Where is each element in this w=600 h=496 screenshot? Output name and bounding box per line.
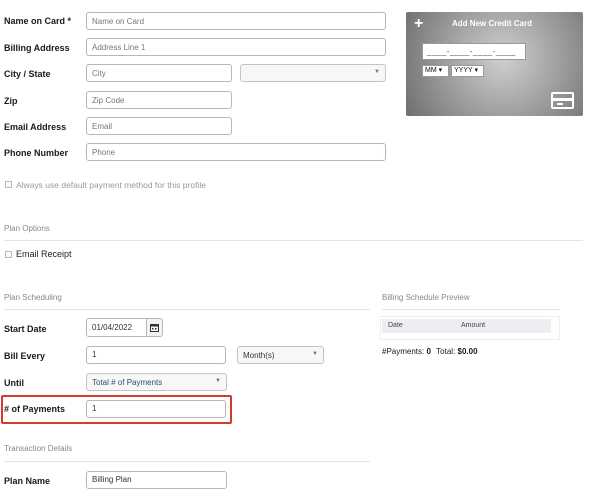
city-input[interactable]	[86, 64, 232, 82]
preview-summary: #Payments: 0 Total: $0.00	[382, 347, 478, 356]
name-on-card-label: Name on Card *	[4, 16, 72, 26]
year-select-value: YYYY	[454, 67, 473, 74]
email-receipt-label: Email Receipt	[16, 249, 72, 259]
city-state-label: City / State	[4, 69, 51, 79]
divider	[382, 309, 560, 310]
transaction-details-title: Transaction Details	[4, 444, 73, 453]
plan-name-label: Plan Name	[4, 476, 51, 486]
address-line-1-input[interactable]	[86, 38, 386, 56]
highlight-box	[1, 395, 232, 424]
preview-col-amount: Amount	[461, 322, 486, 329]
phone-label: Phone Number	[4, 148, 69, 158]
chevron-down-icon: ▼	[374, 69, 380, 75]
bill-every-label: Bill Every	[4, 351, 46, 361]
plan-scheduling-title: Plan Scheduling	[4, 293, 62, 302]
divider	[4, 309, 370, 310]
month-select[interactable]: MM ▾	[422, 65, 449, 77]
state-select[interactable]: ▼	[240, 64, 386, 82]
total-label: Total:	[436, 347, 456, 356]
zip-input[interactable]	[86, 91, 232, 109]
email-receipt-checkbox[interactable]	[5, 251, 12, 258]
default-payment-label: Always use default payment method for th…	[16, 180, 206, 190]
until-select[interactable]: Total # of Payments ▼	[86, 373, 227, 391]
credit-card-icon	[551, 92, 574, 109]
calendar-icon	[150, 324, 159, 332]
card-number-input[interactable]: ____-____-____-____	[422, 43, 526, 60]
plan-name-input[interactable]: Billing Plan	[86, 471, 227, 489]
preview-col-date: Date	[388, 322, 403, 329]
bill-every-unit-value: Month(s)	[243, 350, 275, 360]
payments-value: 0	[426, 347, 431, 356]
zip-label: Zip	[4, 96, 18, 106]
credit-card-widget: + Add New Credit Card ____-____-____-___…	[406, 12, 583, 116]
start-date-input[interactable]: 01/04/2022	[86, 318, 147, 337]
plan-options-title: Plan Options	[4, 224, 50, 233]
preview-table-header: Date Amount	[382, 319, 551, 333]
name-on-card-input[interactable]	[86, 12, 386, 30]
until-select-value: Total # of Payments	[92, 377, 163, 387]
plus-icon[interactable]: +	[414, 15, 423, 33]
year-select[interactable]: YYYY ▾	[451, 65, 484, 77]
calendar-button[interactable]	[146, 318, 163, 337]
chevron-down-icon: ▼	[312, 351, 318, 357]
payments-label: #Payments:	[382, 347, 425, 356]
phone-input[interactable]	[86, 143, 386, 161]
total-value: $0.00	[457, 347, 478, 356]
until-label: Until	[4, 378, 24, 388]
start-date-label: Start Date	[4, 324, 47, 334]
divider	[4, 461, 370, 462]
divider	[4, 240, 583, 241]
month-select-value: MM	[425, 67, 437, 74]
billing-address-label: Billing Address	[4, 43, 70, 53]
card-title: Add New Credit Card	[452, 19, 533, 28]
preview-title: Billing Schedule Preview	[382, 293, 470, 302]
bill-every-input[interactable]: 1	[86, 346, 226, 364]
email-label: Email Address	[4, 122, 67, 132]
default-payment-checkbox[interactable]	[5, 181, 12, 188]
bill-every-unit-select[interactable]: Month(s) ▼	[237, 346, 324, 364]
chevron-down-icon: ▼	[215, 378, 221, 384]
email-input[interactable]	[86, 117, 232, 135]
